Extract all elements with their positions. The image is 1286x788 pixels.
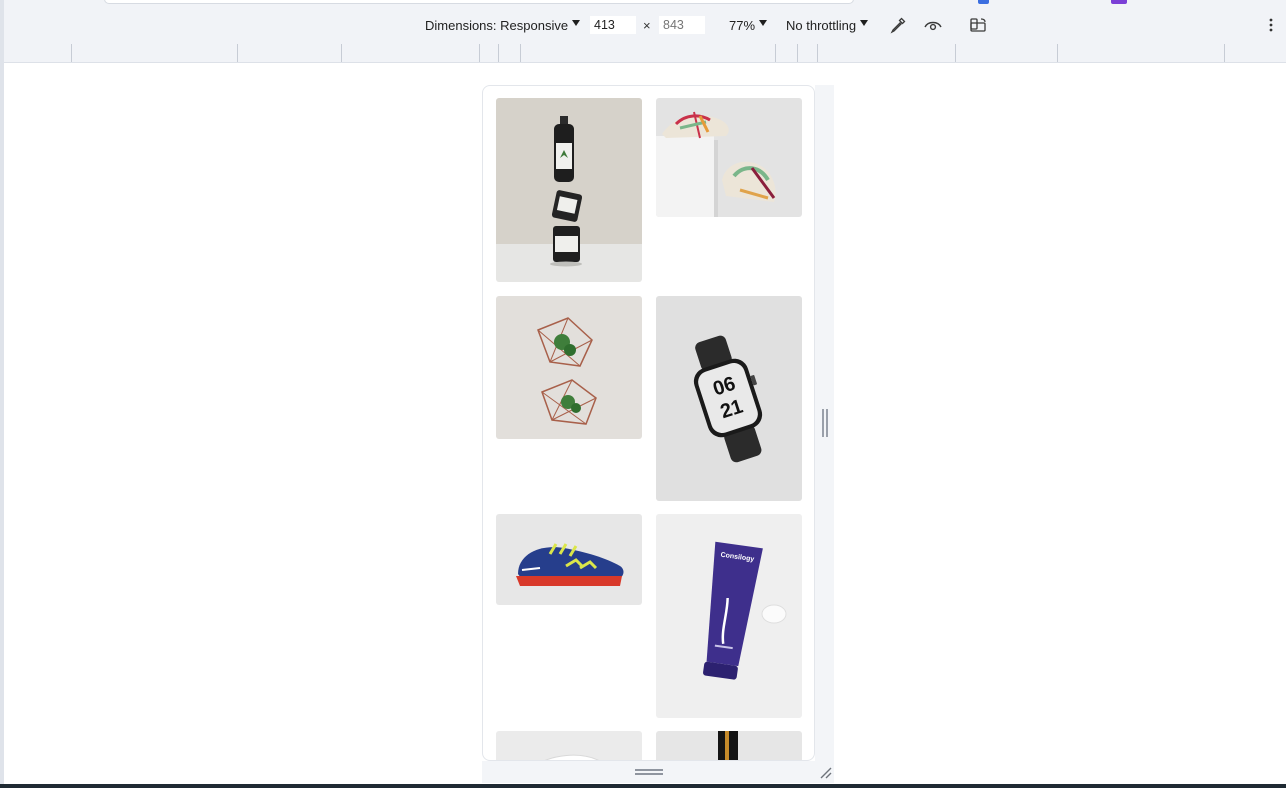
devtools-device-mode-window: Dimensions: Responsive × 77% No throttli… [0, 0, 1286, 788]
ruler-breakpoint[interactable] [797, 44, 798, 62]
device-toolbar: Dimensions: Responsive × 77% No throttli… [4, 8, 1286, 42]
dimensions-dropdown[interactable]: Dimensions: Responsive [425, 8, 581, 42]
viewport-bottom-resize-handle[interactable] [635, 768, 663, 775]
ruler-breakpoint[interactable] [498, 44, 499, 62]
emulated-viewport[interactable]: 06 21 Consilogy [482, 85, 815, 761]
os-taskbar-edge [0, 784, 1286, 788]
geometric-planters-tile[interactable] [496, 296, 642, 439]
height-input[interactable] [659, 16, 705, 34]
purple-tube-tile[interactable]: Consilogy [656, 514, 802, 718]
extension-icon-purple[interactable] [1111, 0, 1127, 4]
eyedropper-icon[interactable] [888, 15, 908, 35]
ruler-breakpoint[interactable] [1224, 44, 1225, 62]
times-sign: × [643, 17, 651, 33]
chevron-down-icon [860, 20, 869, 26]
smartwatch-tile[interactable]: 06 21 [656, 296, 802, 501]
address-bar-edge[interactable] [104, 0, 854, 4]
ruler-breakpoint[interactable] [341, 44, 342, 62]
viewport-side-resize-handle[interactable] [821, 409, 828, 437]
throttling-label: No throttling [786, 17, 857, 33]
ruler-breakpoint[interactable] [520, 44, 521, 62]
width-input[interactable] [590, 16, 636, 34]
zoom-dropdown[interactable]: 77% [729, 8, 768, 42]
sneakers-on-box-tile[interactable] [656, 98, 802, 217]
ruler-breakpoint[interactable] [237, 44, 238, 62]
eye-icon[interactable] [923, 15, 943, 35]
media-query-ruler[interactable] [4, 42, 1286, 63]
white-shoe-tile[interactable] [496, 731, 642, 760]
ruler-breakpoint[interactable] [817, 44, 818, 62]
chevron-down-icon [759, 20, 768, 26]
ruler-breakpoint[interactable] [955, 44, 956, 62]
dimensions-label: Dimensions: Responsive [425, 17, 569, 33]
resize-corner-icon[interactable] [817, 764, 833, 780]
ruler-breakpoint[interactable] [71, 44, 72, 62]
more-vertical-icon[interactable] [1261, 15, 1281, 35]
ruler-breakpoint[interactable] [775, 44, 776, 62]
ruler-breakpoint[interactable] [479, 44, 480, 62]
product-bottles-tile[interactable] [496, 98, 642, 282]
window-left-border [0, 0, 4, 788]
throttling-dropdown[interactable]: No throttling [786, 8, 869, 42]
blue-shoe-tile[interactable] [496, 514, 642, 605]
extension-icon-blue[interactable] [978, 0, 989, 4]
zoom-label: 77% [729, 17, 756, 33]
ruler-breakpoint[interactable] [1057, 44, 1058, 62]
chevron-down-icon [572, 20, 581, 26]
dark-bottle-tile[interactable] [656, 731, 802, 760]
rotate-device-icon[interactable] [969, 15, 989, 35]
